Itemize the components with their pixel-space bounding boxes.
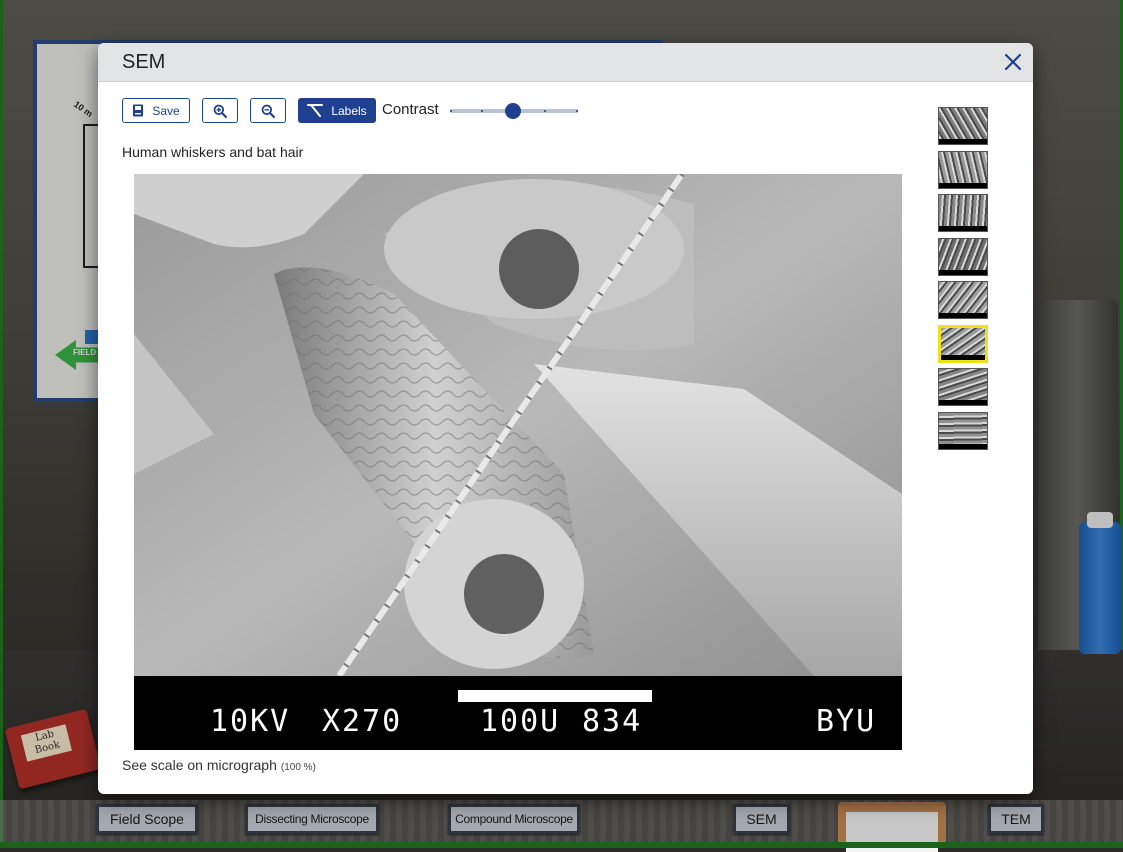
close-button[interactable] [1001, 50, 1025, 74]
slider-tick [450, 110, 452, 112]
contrast-slider[interactable] [450, 103, 580, 119]
micrograph-caption: Human whiskers and bat hair [122, 144, 304, 160]
micrograph-magnification: X270 [322, 704, 403, 739]
thumbnail-3[interactable] [938, 194, 988, 232]
modal-header: SEM [98, 43, 1033, 82]
labels-label: Labels [331, 103, 367, 118]
thumbnail-info-bar [939, 269, 987, 275]
thumbnail-info-bar [939, 182, 987, 188]
thumbnail-8[interactable] [938, 411, 988, 450]
thumbnail-info-bar [939, 226, 987, 231]
micrograph-scale-value: 100U [480, 704, 561, 739]
labels-toggle-button[interactable]: Labels [298, 98, 376, 123]
zoom-level: (100 %) [280, 762, 316, 773]
sem-modal: SEM Save Labels Contrast Human whiskers … [98, 43, 1033, 794]
micrograph-scale-bar [458, 690, 652, 702]
thumbnail-info-bar [939, 443, 987, 449]
modal-title: SEM [122, 51, 166, 73]
slider-tick [544, 110, 546, 112]
scale-note: See scale on micrograph [122, 757, 277, 773]
thumbnail-7[interactable] [938, 368, 988, 406]
contrast-slider-knob[interactable] [505, 103, 521, 119]
thumbnail-2[interactable] [938, 150, 988, 189]
micrograph-info-bar: 10KV X270 100U 834 BYU [134, 676, 902, 750]
thumbnail-1[interactable] [938, 107, 988, 145]
scale-note-row: See scale on micrograph (100 %) [122, 757, 316, 773]
save-label: Save [152, 103, 180, 118]
slider-tick [576, 110, 578, 112]
close-icon [1004, 53, 1022, 71]
contrast-label: Contrast [382, 101, 439, 118]
micrograph-number: 834 [582, 704, 643, 739]
thumbnail-5[interactable] [938, 281, 988, 319]
micrograph-institution: BYU [816, 704, 877, 739]
sem-micrograph[interactable]: 10KV X270 100U 834 BYU [134, 174, 902, 750]
zoom-out-button[interactable] [250, 98, 286, 123]
save-button[interactable]: Save [122, 98, 190, 123]
label-pointer-icon [307, 103, 324, 117]
thumbnail-4[interactable] [938, 237, 988, 276]
thumbnail-6[interactable] [938, 324, 988, 363]
thumbnail-info-bar [941, 354, 985, 360]
thumbnail-info-bar [939, 313, 987, 318]
slider-tick [481, 110, 483, 112]
micrograph-voltage: 10KV [210, 704, 291, 739]
zoom-in-button[interactable] [202, 98, 238, 123]
zoom-in-icon [213, 104, 227, 118]
micrograph-image [134, 174, 902, 676]
zoom-out-icon [261, 104, 275, 118]
thumbnail-info-bar [939, 139, 987, 144]
save-icon [133, 104, 144, 117]
thumbnail-info-bar [939, 400, 987, 405]
